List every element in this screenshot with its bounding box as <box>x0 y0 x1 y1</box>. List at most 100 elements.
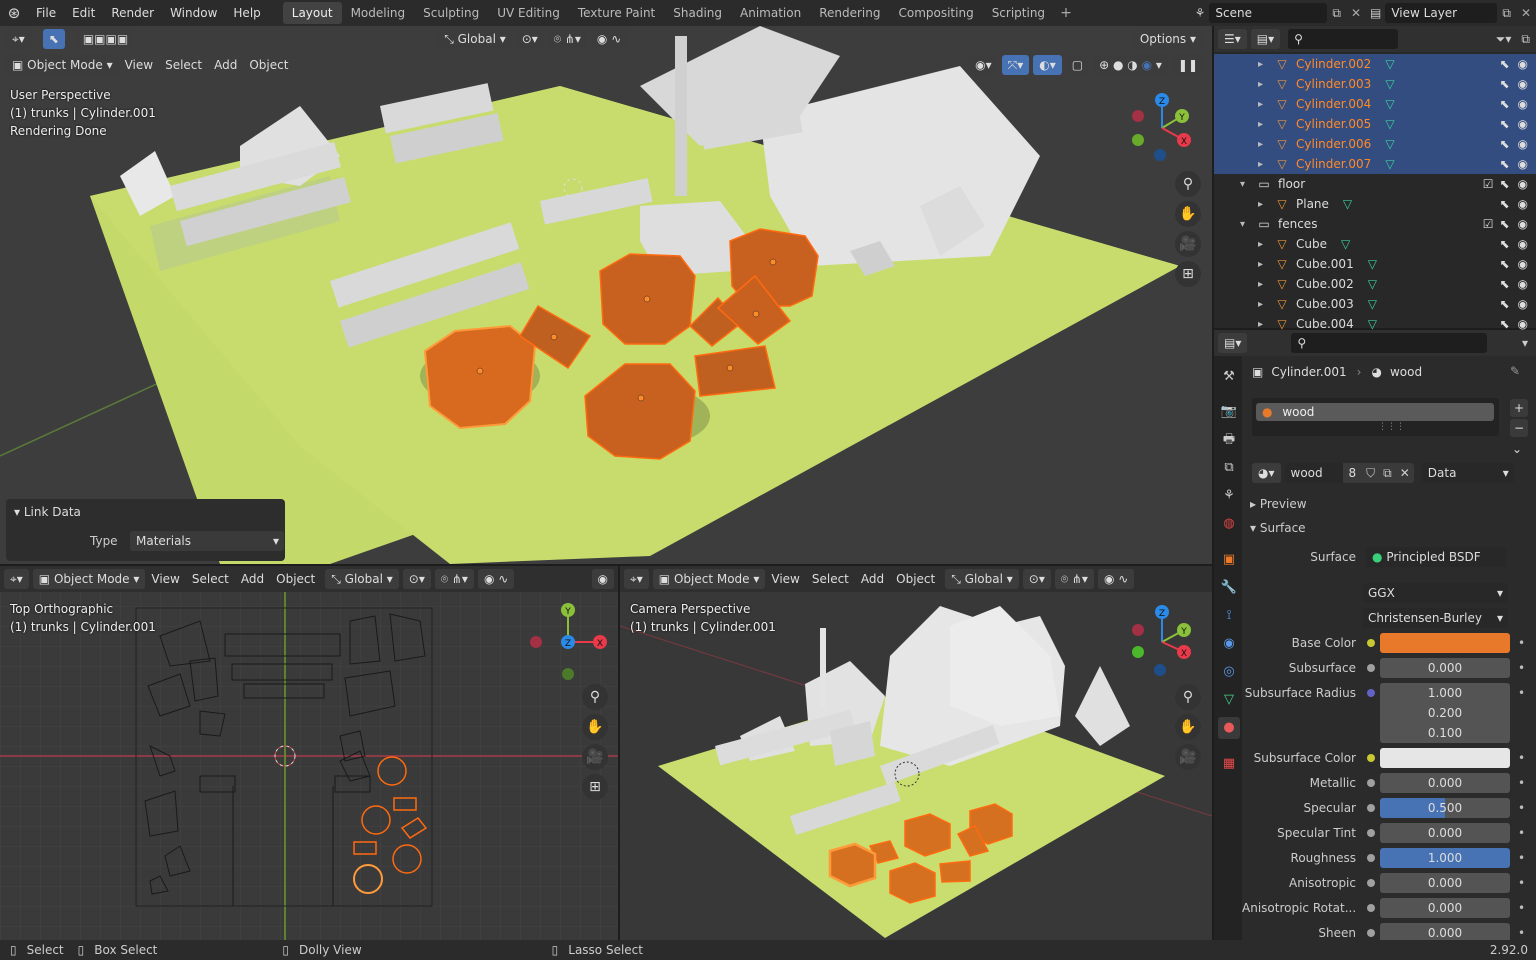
outliner-item-name[interactable]: Plane <box>1296 197 1329 211</box>
editor-type-icon[interactable]: ⌖▾ <box>624 569 649 589</box>
duplicate-material-icon[interactable]: ⧉ <box>1379 463 1396 483</box>
top-ortho-viewport[interactable]: ⌖▾ ▣ Object Mode ▾ View Select Add Objec… <box>0 566 618 940</box>
select-mode-icons[interactable]: ▣▣▣▣ <box>76 29 135 49</box>
socket-dot-icon[interactable] <box>1367 854 1375 862</box>
menu-file[interactable]: File <box>28 0 64 26</box>
selectable-cursor-icon[interactable]: ⬉ <box>1499 277 1509 291</box>
keyframe-dot-icon[interactable]: • <box>1518 897 1525 919</box>
viewport-splitter-horizontal[interactable] <box>0 564 1212 566</box>
selectable-cursor-icon[interactable]: ⬉ <box>1499 117 1509 131</box>
slot-menu-icon[interactable]: ⌄ <box>1512 442 1522 456</box>
tab-layout[interactable]: Layout <box>282 2 342 24</box>
add-slot-button[interactable]: + <box>1510 399 1528 417</box>
mesh-data-icon[interactable]: ▽ <box>1385 137 1394 151</box>
menu-object[interactable]: Object <box>243 58 294 72</box>
pivot-icon[interactable]: ⊙▾ <box>515 29 544 49</box>
menu-window[interactable]: Window <box>162 0 225 26</box>
material-slot-item[interactable]: ● wood <box>1256 403 1494 421</box>
socket-dot-icon[interactable] <box>1367 904 1375 912</box>
collapse-arrow-icon[interactable]: ▾ <box>1240 179 1254 190</box>
visibility-eye-icon[interactable]: ◉ <box>1518 77 1528 91</box>
preview-panel-header[interactable]: ▸ Preview <box>1244 494 1536 514</box>
proportional-edit-icon[interactable]: ◉ ∿ <box>477 569 515 589</box>
selectable-cursor-icon[interactable]: ⬉ <box>1499 57 1509 71</box>
menu-add[interactable]: Add <box>208 58 243 72</box>
selectable-cursor-icon[interactable]: ⬉ <box>1499 157 1509 171</box>
object-mode-dropdown[interactable]: ▣ Object Mode ▾ <box>6 55 119 75</box>
keyframe-dot-icon[interactable]: • <box>1518 632 1525 654</box>
visibility-eye-icon[interactable]: ◉ <box>1518 177 1528 191</box>
scene-field[interactable]: Scene <box>1209 3 1328 23</box>
outliner-item-name[interactable]: Cube.004 <box>1296 317 1354 331</box>
vector-field[interactable]: 0.200 <box>1380 703 1510 723</box>
selectable-cursor-icon[interactable]: ⬉ <box>1499 237 1509 251</box>
tab-modeling[interactable]: Modeling <box>342 2 415 24</box>
camera-nav-gizmo[interactable]: Z Y X <box>1122 602 1202 682</box>
mesh-data-icon[interactable]: ▽ <box>1385 117 1394 131</box>
socket-dot-icon[interactable] <box>1367 779 1375 787</box>
distribution-dropdown[interactable]: GGX ▾ <box>1362 583 1508 603</box>
color-swatch[interactable] <box>1380 748 1510 768</box>
outliner-object-row[interactable]: ▸ ▽ Cylinder.002 ▽ ⬉ ◉ <box>1214 54 1536 74</box>
selectable-cursor-icon[interactable]: ⬉ <box>1499 197 1509 211</box>
selectable-cursor-icon[interactable]: ⬉ <box>1499 137 1509 151</box>
pan-hand-icon[interactable]: ✋ <box>582 714 608 740</box>
expand-arrow-icon[interactable]: ▸ <box>1258 59 1272 70</box>
mesh-data-icon[interactable]: ▽ <box>1341 237 1350 251</box>
socket-dot-icon[interactable] <box>1367 754 1375 762</box>
delete-scene-icon[interactable]: ✕ <box>1346 6 1366 20</box>
expand-arrow-icon[interactable]: ▸ <box>1258 239 1272 250</box>
tool-tab-icon[interactable]: ⚒ <box>1218 366 1240 388</box>
visibility-eye-icon[interactable]: ◉ <box>1518 97 1528 111</box>
expand-arrow-icon[interactable]: ▸ <box>1258 99 1272 110</box>
selectable-cursor-icon[interactable]: ⬉ <box>1499 317 1509 331</box>
visibility-eye-icon[interactable]: ◉ <box>1518 137 1528 151</box>
transform-orientation-dropdown[interactable]: ⤡ Global ▾ <box>438 29 512 49</box>
unlink-material-icon[interactable]: ✕ <box>1395 463 1414 483</box>
slider-field[interactable]: 0.000 <box>1380 658 1510 678</box>
modifier-tab-icon[interactable]: 🔧 <box>1218 577 1240 599</box>
expand-arrow-icon[interactable]: ▸ <box>1258 159 1272 170</box>
outliner-item-name[interactable]: Cylinder.007 <box>1296 157 1371 171</box>
visibility-eye-icon[interactable]: ◉ <box>1518 217 1528 231</box>
output-tab-icon[interactable]: 🖶 <box>1218 429 1240 451</box>
properties-options-icon[interactable]: ▾ <box>1514 336 1536 350</box>
ortho-grid-icon[interactable]: ⊞ <box>582 774 608 800</box>
socket-dot-icon[interactable] <box>1367 639 1375 647</box>
camera-view-icon[interactable]: 🎥 <box>1175 231 1201 257</box>
expand-arrow-icon[interactable]: ▸ <box>1258 119 1272 130</box>
socket-dot-icon[interactable] <box>1367 829 1375 837</box>
tab-compositing[interactable]: Compositing <box>889 2 982 24</box>
socket-dot-icon[interactable] <box>1367 664 1375 672</box>
fake-user-icon[interactable]: ⛉ <box>1362 463 1380 483</box>
pivot-icon[interactable]: ⊙▾ <box>1022 569 1051 589</box>
expand-arrow-icon[interactable]: ▸ <box>1258 139 1272 150</box>
menu-render[interactable]: Render <box>103 0 162 26</box>
expand-arrow-icon[interactable]: ▸ <box>1258 259 1272 270</box>
socket-dot-icon[interactable] <box>1367 879 1375 887</box>
menu-add[interactable]: Add <box>235 572 270 586</box>
camera-view-icon[interactable]: 🎥 <box>582 744 608 770</box>
outliner-editor-icon[interactable]: ☰▾ <box>1218 29 1247 49</box>
shading-modes-icon[interactable]: ⊕ ● ◑ ◉ ▾ <box>1093 55 1168 75</box>
mesh-data-icon[interactable]: ▽ <box>1368 317 1377 331</box>
menu-edit[interactable]: Edit <box>64 0 103 26</box>
snap-icon[interactable]: ⌾ ⋔▾ <box>1054 569 1094 589</box>
socket-dot-icon[interactable] <box>1367 689 1375 697</box>
outliner-item-name[interactable]: Cylinder.006 <box>1296 137 1371 151</box>
tab-sculpting[interactable]: Sculpting <box>414 2 488 24</box>
subsurface-method-dropdown[interactable]: Christensen-Burley ▾ <box>1362 608 1508 628</box>
expand-arrow-icon[interactable]: ▸ <box>1258 199 1272 210</box>
zoom-icon[interactable]: ⚲ <box>1175 171 1201 197</box>
outliner-object-row[interactable]: ▸ ▽ Cylinder.003 ▽ ⬉ ◉ <box>1214 74 1536 94</box>
outliner-object-row[interactable]: ▸ ▽ Cube.002 ▽ ⬉ ◉ <box>1214 274 1536 294</box>
outliner-item-name[interactable]: Cube.001 <box>1296 257 1354 271</box>
visibility-eye-icon[interactable]: ◉ <box>1518 157 1528 171</box>
outliner-item-name[interactable]: floor <box>1278 177 1305 191</box>
camera-view-icon[interactable]: 🎥 <box>1175 744 1201 770</box>
outliner-object-row[interactable]: ▸ ▽ Cylinder.005 ▽ ⬉ ◉ <box>1214 114 1536 134</box>
zoom-icon[interactable]: ⚲ <box>1175 684 1201 710</box>
pan-hand-icon[interactable]: ✋ <box>1175 201 1201 227</box>
mesh-data-icon[interactable]: ▽ <box>1343 197 1352 211</box>
delete-view-layer-icon[interactable]: ✕ <box>1516 6 1536 20</box>
